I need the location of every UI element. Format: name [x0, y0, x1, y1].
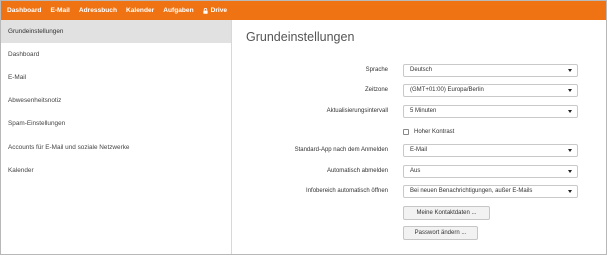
settings-sidebar: Grundeinstellungen Dashboard E-Mail Abwe…	[1, 20, 232, 254]
nav-calendar[interactable]: Kalender	[126, 7, 154, 14]
high-contrast-checkbox[interactable]	[403, 129, 409, 135]
page-title: Grundeinstellungen	[246, 30, 355, 44]
auto-logout-label: Automatisch abmelden	[326, 168, 388, 174]
language-label: Sprache	[365, 67, 388, 73]
settings-content: Grundeinstellungen Sprache Deutsch Zeitz…	[233, 20, 606, 254]
sidebar-item-email[interactable]: E-Mail	[1, 66, 231, 89]
auto-logout-value: Aus	[410, 168, 421, 174]
nav-dashboard[interactable]: Dashboard	[7, 7, 41, 14]
sidebar-item-dashboard[interactable]: Dashboard	[1, 43, 231, 66]
refresh-interval-select[interactable]: 5 Minuten	[403, 105, 578, 118]
infopanel-row: Infobereich automatisch öffnen Bei neuen…	[233, 185, 606, 198]
chevron-down-icon	[568, 69, 572, 72]
default-app-row: Standard-App nach dem Anmelden E-Mail	[233, 144, 606, 157]
language-value: Deutsch	[410, 67, 433, 73]
refresh-label: Aktualisierungsintervall	[326, 108, 388, 114]
chevron-down-icon	[568, 149, 572, 152]
chevron-down-icon	[568, 170, 572, 173]
language-row: Sprache Deutsch	[233, 64, 606, 77]
sidebar-item-out-of-office[interactable]: Abwesenheitsnotiz	[1, 89, 231, 112]
my-contact-data-button[interactable]: Meine Kontaktdaten ...	[403, 206, 490, 220]
language-select[interactable]: Deutsch	[403, 64, 578, 77]
default-app-label: Standard-App nach dem Anmelden	[294, 147, 388, 153]
chevron-down-icon	[568, 110, 572, 113]
infopanel-value: Bei neuen Benachrichtigungen, außer E-Ma…	[410, 188, 533, 194]
infopanel-select[interactable]: Bei neuen Benachrichtigungen, außer E-Ma…	[403, 185, 578, 198]
nav-drive[interactable]: Drive	[203, 7, 228, 14]
sidebar-item-accounts[interactable]: Accounts für E-Mail und soziale Netzwerk…	[1, 135, 231, 158]
sidebar-item-calendar[interactable]: Kalender	[1, 159, 231, 182]
nav-email[interactable]: E-Mail	[50, 7, 69, 14]
auto-logout-select[interactable]: Aus	[403, 165, 578, 178]
timezone-value: (GMT+01:00) Europa/Berlin	[410, 87, 484, 93]
change-password-button[interactable]: Passwort ändern ...	[403, 226, 478, 240]
high-contrast-row: Hoher Kontrast	[403, 127, 454, 137]
default-app-value: E-Mail	[410, 147, 428, 153]
auto-logout-row: Automatisch abmelden Aus	[233, 165, 606, 178]
timezone-label: Zeitzone	[364, 87, 388, 93]
top-navigation-bar: Dashboard E-Mail Adressbuch Kalender Auf…	[1, 1, 606, 20]
app-window: Dashboard E-Mail Adressbuch Kalender Auf…	[0, 0, 607, 255]
infopanel-label: Infobereich automatisch öffnen	[306, 188, 388, 194]
nav-tasks[interactable]: Aufgaben	[163, 7, 193, 14]
sidebar-item-spam[interactable]: Spam-Einstellungen	[1, 112, 231, 135]
timezone-row: Zeitzone (GMT+01:00) Europa/Berlin	[233, 84, 606, 97]
timezone-select[interactable]: (GMT+01:00) Europa/Berlin	[403, 84, 578, 97]
refresh-value: 5 Minuten	[410, 108, 437, 114]
high-contrast-label: Hoher Kontrast	[414, 129, 455, 135]
sidebar-item-basic-settings[interactable]: Grundeinstellungen	[1, 20, 231, 44]
default-app-select[interactable]: E-Mail	[403, 144, 578, 157]
nav-drive-label: Drive	[210, 7, 228, 14]
refresh-row: Aktualisierungsintervall 5 Minuten	[233, 105, 606, 118]
lock-icon	[203, 7, 208, 14]
chevron-down-icon	[568, 89, 572, 92]
nav-addressbook[interactable]: Adressbuch	[79, 7, 117, 14]
chevron-down-icon	[568, 190, 572, 193]
